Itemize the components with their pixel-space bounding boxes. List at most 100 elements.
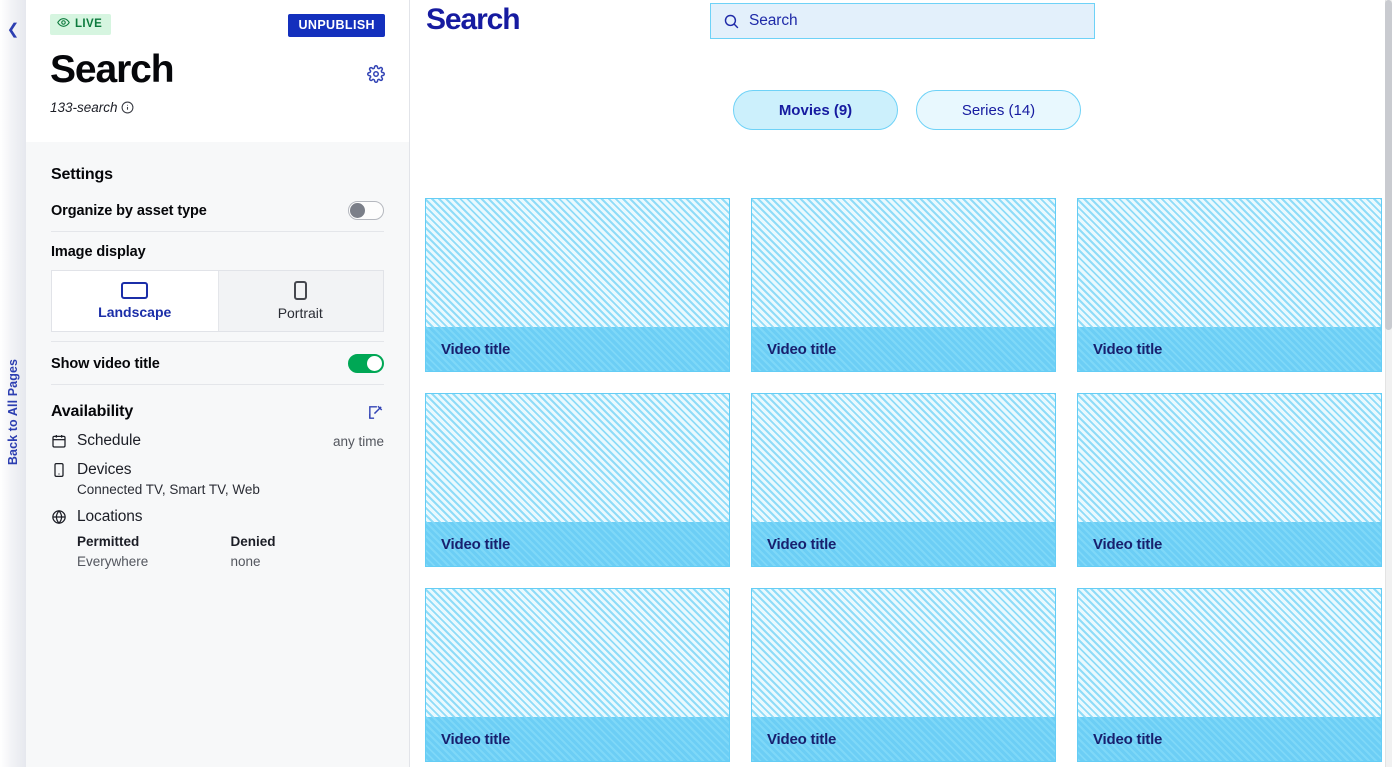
video-card-title: Video title [767,340,837,358]
show-video-title-row: Show video title [51,342,384,385]
image-display-section: Image display Landscape Portrait [51,232,384,341]
denied-header: Denied [230,534,276,549]
video-card-title: Video title [441,730,511,748]
video-card[interactable]: Video title [751,588,1056,762]
preview-title: Search [426,3,521,36]
video-card-title: Video title [1093,535,1163,553]
search-icon [723,13,740,30]
video-card-title: Video title [767,730,837,748]
panel-title-row: Search [50,48,385,91]
rectangle-portrait-icon [293,281,307,300]
search-input[interactable]: Search [710,3,1095,39]
availability-devices: Devices Connected TV, Smart TV, Web [51,461,384,497]
status-badge-label: LIVE [75,17,103,30]
preview-header: Search Search Movies (9) Series (14) [410,0,1392,136]
video-card-title-bar: Video title [752,327,1055,371]
left-rail: ❮ Back to All Pages [0,0,26,767]
video-card[interactable]: Video title [751,198,1056,372]
availability-devices-line: Devices [51,461,384,479]
page-slug-row: 133-search [50,100,385,115]
settings-heading: Settings [51,166,113,183]
video-card-title: Video title [441,340,511,358]
video-card[interactable]: Video title [751,393,1056,567]
info-circle-icon[interactable] [121,101,134,114]
search-input-value: Search [749,12,798,29]
video-card-title: Video title [441,535,511,553]
organize-by-asset-type-toggle[interactable] [348,201,384,220]
availability-devices-left: Devices [51,461,132,479]
filter-chip-series[interactable]: Series (14) [916,90,1081,130]
panel-body: Settings Organize by asset type Image di… [26,142,409,569]
app-root: ❮ Back to All Pages LIVE UNPUBLISH Searc… [0,0,1392,767]
chevron-left-icon[interactable]: ❮ [0,22,26,37]
device-mobile-icon [51,462,67,478]
page-slug: 133-search [50,100,118,116]
permitted-column: Permitted Everywhere [77,534,231,569]
unpublish-button[interactable]: UNPUBLISH [288,14,385,37]
video-card-title-bar: Video title [1078,327,1381,371]
denied-column: Denied none [231,534,385,569]
panel-header-row: LIVE UNPUBLISH [50,14,385,38]
vertical-scrollbar[interactable] [1385,0,1392,767]
toggle-knob [350,203,365,218]
denied-value: none [230,554,261,569]
availability-heading: Availability [51,403,134,420]
availability-locations-label: Locations [77,508,143,525]
video-card[interactable]: Video title [1077,393,1382,567]
video-card[interactable]: Video title [425,393,730,567]
video-card[interactable]: Video title [425,588,730,762]
image-display-label: Image display [51,244,146,260]
availability-schedule-line: Schedule any time [51,432,384,450]
availability-schedule-left: Schedule [51,432,141,450]
edit-pencil-icon[interactable] [367,404,384,421]
settings-heading-wrap: Settings [51,166,384,189]
gear-icon[interactable] [367,65,385,83]
filter-chips: Movies (9) Series (14) [733,90,1081,130]
availability-devices-value: Connected TV, Smart TV, Web [77,482,260,497]
show-video-title-toggle[interactable] [348,354,384,373]
availability-locations: Locations Permitted Everywhere Denied no… [51,508,384,569]
organize-by-asset-type-label: Organize by asset type [51,202,207,219]
globe-icon [51,509,67,525]
eye-icon [57,16,70,33]
calendar-icon [51,433,67,449]
back-to-all-pages-link[interactable]: Back to All Pages [6,352,20,472]
panel-header: LIVE UNPUBLISH Search 133-search [26,0,409,142]
availability-locations-line: Locations [51,508,384,526]
rectangle-landscape-icon [121,282,149,299]
video-card-title-bar: Video title [752,522,1055,566]
video-card[interactable]: Video title [425,198,730,372]
settings-panel: LIVE UNPUBLISH Search 133-search Setting… [26,0,410,767]
availability-schedule: Schedule any time [51,432,384,450]
organize-by-asset-type-row: Organize by asset type [51,189,384,232]
image-display-segmented-control: Landscape Portrait [51,270,384,332]
show-video-title-label: Show video title [51,355,160,372]
page-title: Search [50,48,175,91]
video-card-title-bar: Video title [752,717,1055,761]
scrollbar-thumb[interactable] [1385,0,1392,330]
filter-chip-movies[interactable]: Movies (9) [733,90,898,130]
video-card-title: Video title [767,535,837,553]
status-badge: LIVE [50,14,112,35]
image-display-option-landscape[interactable]: Landscape [52,271,218,331]
availability-schedule-value: any time [332,433,384,449]
availability-header: Availability [51,385,384,421]
locations-permission-grid: Permitted Everywhere Denied none [77,534,384,569]
preview-area: Search Search Movies (9) Series (14) Vid… [410,0,1392,767]
availability-locations-left: Locations [51,508,143,526]
video-card-title-bar: Video title [426,717,729,761]
image-display-option-portrait-label: Portrait [277,305,323,321]
availability-schedule-label: Schedule [77,432,141,449]
video-card-title: Video title [1093,340,1163,358]
video-card-title: Video title [1093,730,1163,748]
video-card-grid: Video title Video title Video title Vide… [425,198,1392,762]
video-card[interactable]: Video title [1077,588,1382,762]
video-card-title-bar: Video title [1078,717,1381,761]
video-card-title-bar: Video title [1078,522,1381,566]
toggle-knob [367,356,382,371]
image-display-option-portrait[interactable]: Portrait [218,271,384,331]
video-card[interactable]: Video title [1077,198,1382,372]
video-card-title-bar: Video title [426,327,729,371]
permitted-header: Permitted [77,534,140,549]
permitted-value: Everywhere [77,554,149,569]
